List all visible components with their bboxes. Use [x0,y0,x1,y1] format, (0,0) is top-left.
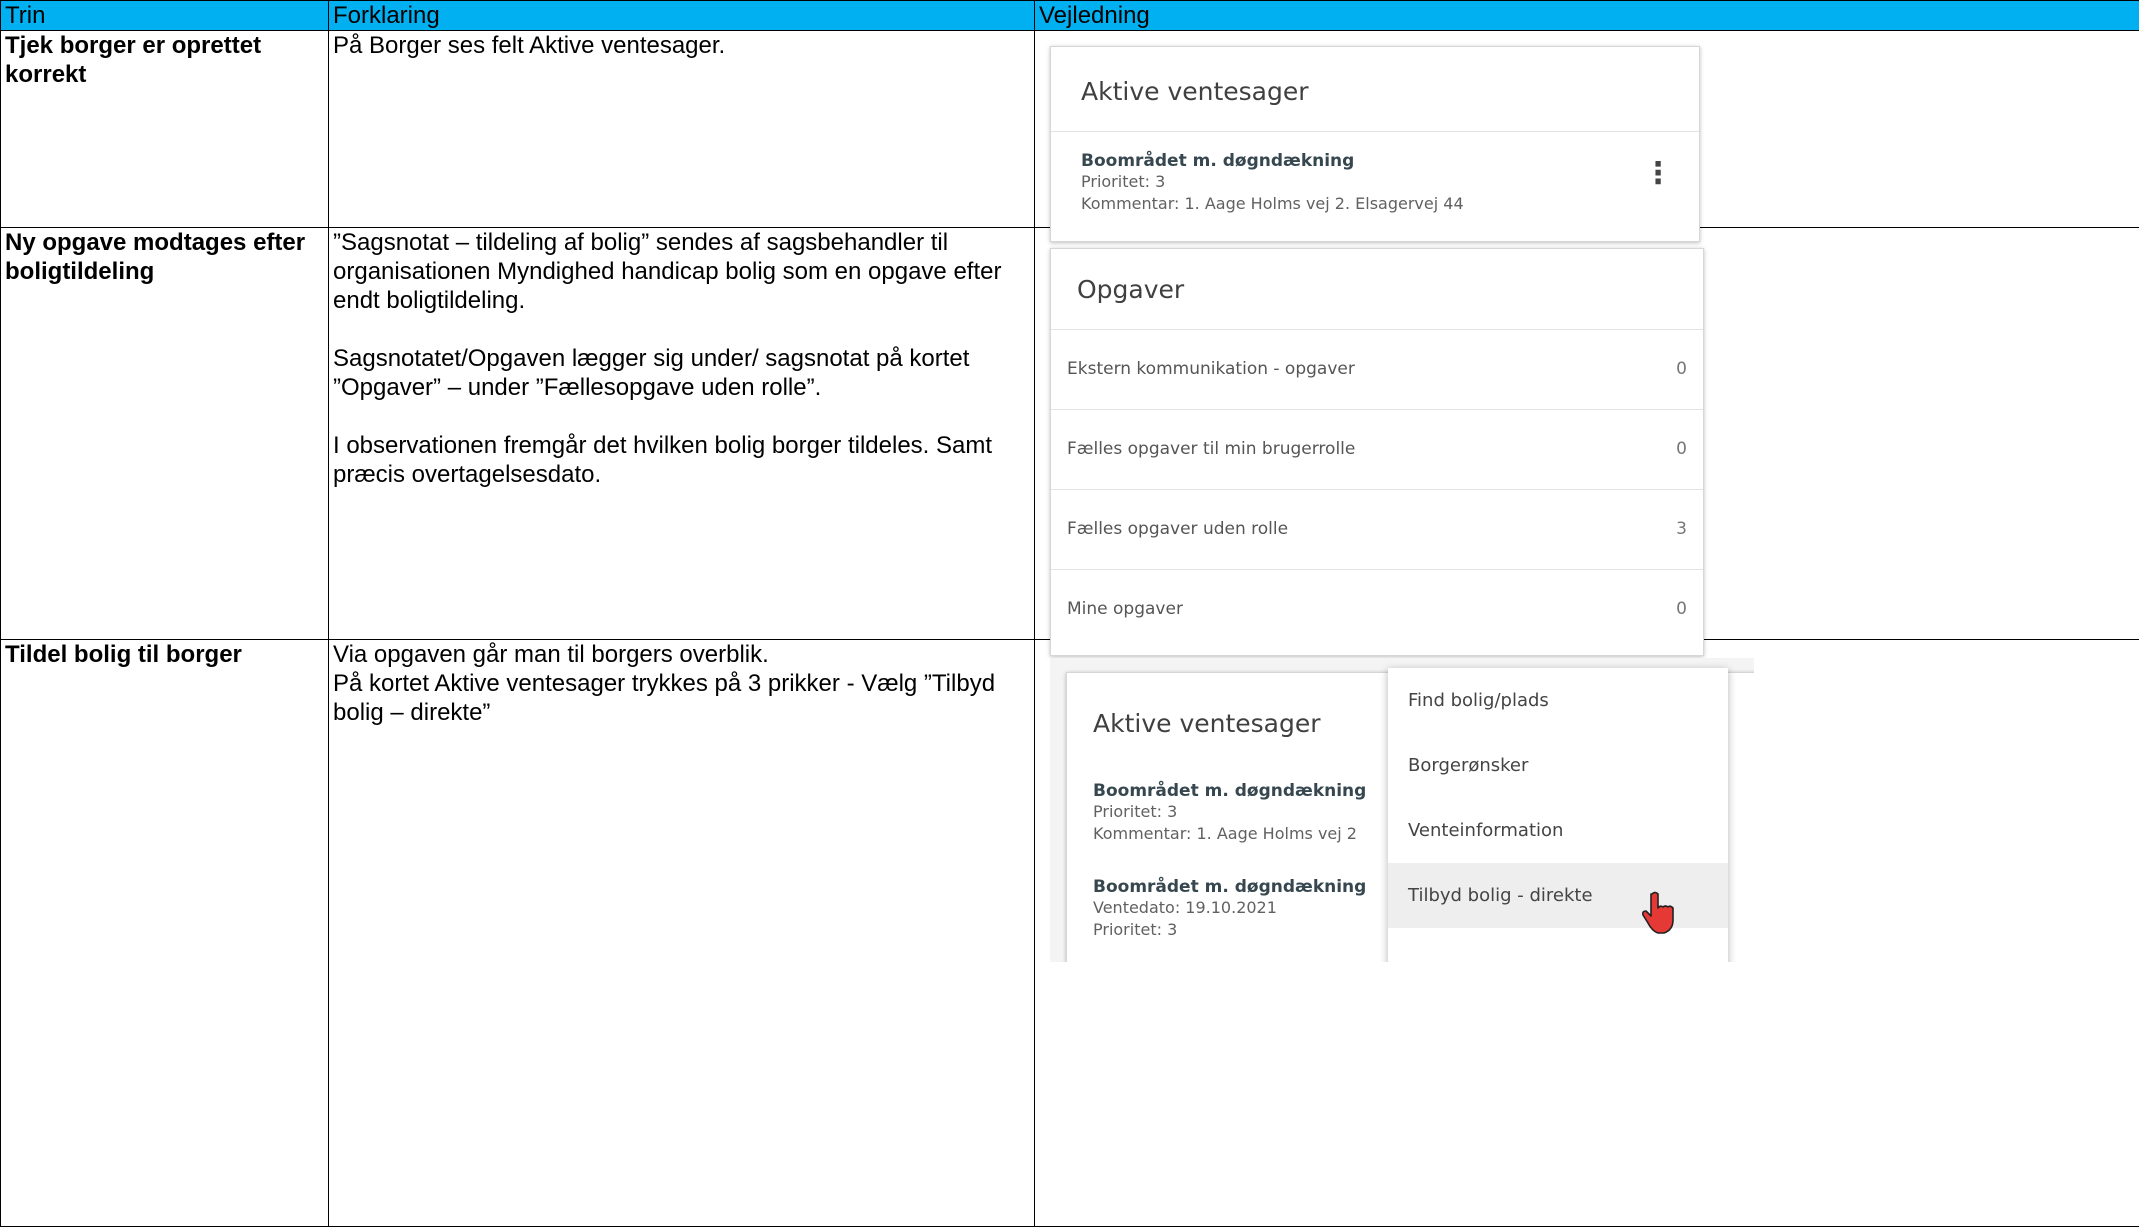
explanation-text: I observationen fremgår det hvilken boli… [333,431,1030,489]
menu-item-citizen-wishes[interactable]: Borgerønsker [1388,733,1728,798]
task-row-label: Ekstern kommunikation - opgaver [1067,359,1355,379]
task-row[interactable]: Fælles opgaver til min brugerrolle 0 [1051,409,1703,490]
header-trin: Trin [1,1,329,31]
waiting-case-entry[interactable]: Boområdet m. døgndækning Prioritet: 3 Ko… [1093,781,1366,845]
menu-item-wait-information[interactable]: Venteinformation [1388,798,1728,863]
task-row[interactable]: Ekstern kommunikation - opgaver 0 [1051,329,1703,410]
explanation-text: På Borger ses felt Aktive ventesager. [333,31,1030,60]
step-title: Ny opgave modtages efter boligtildeling [1,228,329,640]
entry-title: Boområdet m. døgndækning [1093,781,1366,801]
screenshot-offer-housing-menu: Aktive ventesager Boområdet m. døgndækni… [1050,658,1754,962]
task-row[interactable]: Mine opgaver 0 [1051,569,1703,650]
card-title: Aktive ventesager [1081,77,1309,106]
table-header-row: Trin Forklaring Vejledning [1,1,2139,31]
screenshot-active-waiting-cases: Aktive ventesager Boområdet m. døgndækni… [1050,46,1700,242]
card-title: Aktive ventesager [1093,709,1321,738]
waiting-case-entry[interactable]: Boområdet m. døgndækning Ventedato: 19.1… [1093,877,1366,941]
step-explanation: På Borger ses felt Aktive ventesager. [329,31,1035,228]
task-row-count: 0 [1676,599,1687,619]
kebab-icon[interactable]: ⋮ [1643,159,1673,189]
step-title: Tjek borger er oprettet korrekt [1,31,329,228]
header-forklaring: Forklaring [329,1,1035,31]
explanation-text: ”Sagsnotat – tildeling af bolig” sendes … [333,228,1030,315]
entry-title: Boområdet m. døgndækning [1093,877,1366,897]
hand-pointer-icon [1642,890,1678,936]
entry-priority: Prioritet: 3 [1081,171,1464,193]
entry-priority: Prioritet: 3 [1093,801,1366,823]
task-row-label: Mine opgaver [1067,599,1183,619]
explanation-text: Sagsnotatet/Opgaven lægger sig under/ sa… [333,344,1030,402]
explanation-text: På kortet Aktive ventesager trykkes på 3… [333,669,1030,727]
entry-wait-date: Ventedato: 19.10.2021 [1093,897,1366,919]
step-explanation: ”Sagsnotat – tildeling af bolig” sendes … [329,228,1035,640]
entry-comment: Kommentar: 1. Aage Holms vej 2. Elsagerv… [1081,193,1464,215]
task-row-count: 0 [1676,359,1687,379]
task-row-count: 3 [1676,519,1687,539]
menu-item-find-housing[interactable]: Find bolig/plads [1388,668,1728,733]
step-explanation: Via opgaven går man til borgers overblik… [329,640,1035,1227]
step-title: Tildel bolig til borger [1,640,329,1227]
task-row-label: Fælles opgaver uden rolle [1067,519,1288,539]
tasks-card: Opgaver Ekstern kommunikation - opgaver … [1050,248,1704,656]
card-title: Opgaver [1077,275,1184,304]
explanation-text: Via opgaven går man til borgers overblik… [333,640,1030,669]
waiting-cases-card: Aktive ventesager Boområdet m. døgndækni… [1050,46,1700,242]
header-vejledning: Vejledning [1035,1,2139,31]
entry-title: Boområdet m. døgndækning [1081,151,1464,171]
entry-priority: Prioritet: 3 [1093,919,1366,941]
entry-comment: Kommentar: 1. Aage Holms vej 2 [1093,823,1366,845]
task-row-count: 0 [1676,439,1687,459]
screenshot-tasks-card: Opgaver Ekstern kommunikation - opgaver … [1050,248,1704,656]
waiting-case-entry[interactable]: Boområdet m. døgndækning Prioritet: 3 Ko… [1081,151,1464,215]
task-row-label: Fælles opgaver til min brugerrolle [1067,439,1355,459]
task-row[interactable]: Fælles opgaver uden rolle 3 [1051,489,1703,570]
